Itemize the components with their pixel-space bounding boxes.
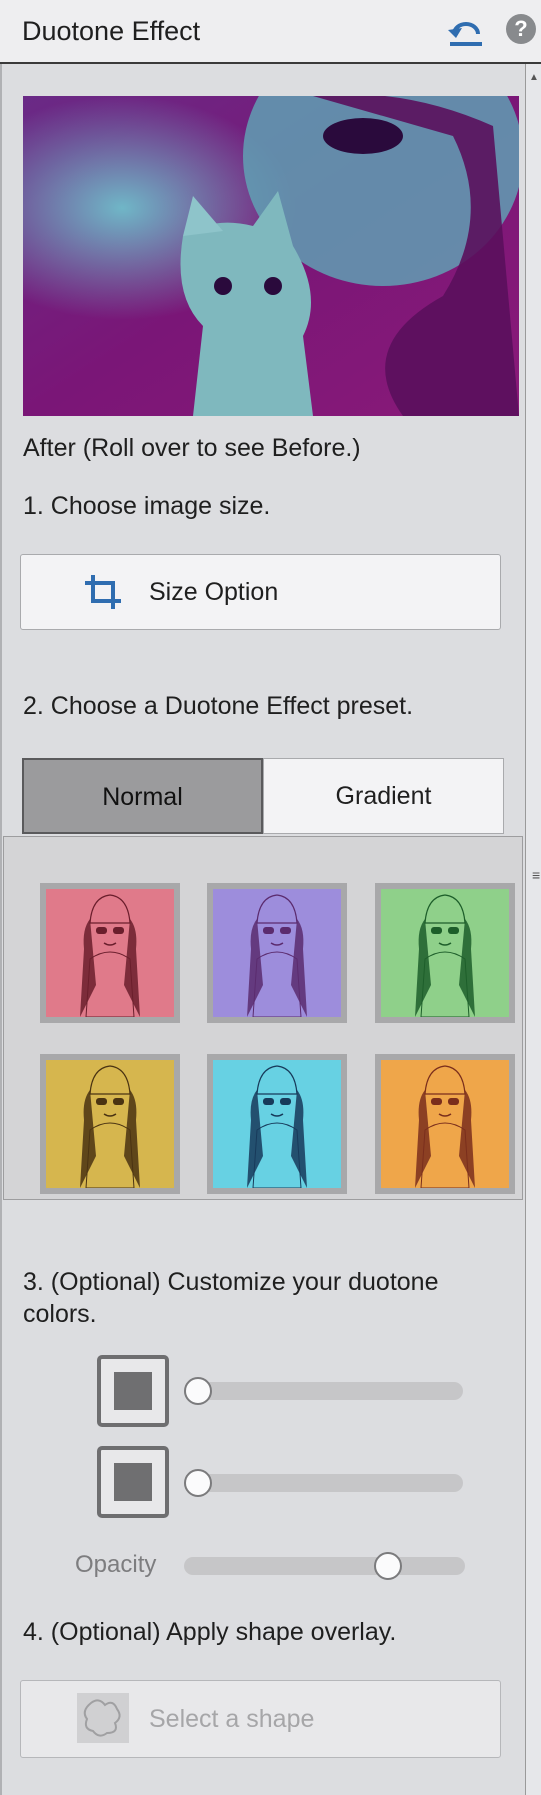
color1-swatch-fill — [114, 1372, 152, 1410]
size-option-label: Size Option — [149, 578, 279, 606]
preset-thumbnail — [381, 889, 509, 1017]
panel-header: Duotone Effect ? — [0, 0, 541, 64]
color1-slider[interactable] — [184, 1382, 463, 1400]
effect-preview-image[interactable] — [23, 96, 519, 416]
shape-icon — [77, 1693, 129, 1743]
panel-title: Duotone Effect — [22, 16, 201, 46]
select-shape-button[interactable]: Select a shape — [20, 1680, 501, 1758]
color2-slider[interactable] — [184, 1474, 463, 1492]
preset-grid — [3, 836, 523, 1200]
preset-green[interactable] — [375, 883, 515, 1023]
preset-thumbnail — [213, 1060, 341, 1188]
preset-orange[interactable] — [375, 1054, 515, 1194]
preset-thumbnail — [381, 1060, 509, 1188]
select-shape-label: Select a shape — [149, 1705, 315, 1733]
opacity-label: Opacity — [75, 1551, 157, 1578]
tab-gradient[interactable]: Gradient — [263, 758, 504, 834]
duotone-effect-panel: Duotone Effect ? ▲ ≡ After (Roll over to… — [0, 0, 541, 1795]
color1-swatch[interactable] — [97, 1355, 169, 1427]
opacity-slider-handle[interactable] — [373, 1552, 402, 1580]
tab-normal[interactable]: Normal — [22, 758, 263, 834]
step3-label: 3. (Optional) Customize your duotone col… — [23, 1268, 439, 1328]
preset-purple[interactable] — [207, 883, 347, 1023]
crop-icon — [83, 573, 123, 611]
preset-red[interactable] — [40, 883, 180, 1023]
step1-label: 1. Choose image size. — [23, 492, 271, 520]
preview-caption: After (Roll over to see Before.) — [23, 434, 361, 462]
vertical-scrollbar[interactable] — [525, 64, 541, 1795]
color2-swatch[interactable] — [97, 1446, 169, 1518]
help-icon[interactable]: ? — [506, 14, 536, 44]
undo-icon[interactable] — [446, 14, 486, 50]
preset-thumbnail — [46, 1060, 174, 1188]
scroll-up-arrow-icon[interactable]: ▲ — [529, 72, 539, 83]
color2-swatch-fill — [114, 1463, 152, 1501]
panel-border — [0, 64, 2, 1795]
preset-cyan[interactable] — [207, 1054, 347, 1194]
preset-thumbnail — [213, 889, 341, 1017]
color1-slider-handle[interactable] — [184, 1377, 212, 1405]
opacity-slider[interactable] — [184, 1557, 465, 1575]
size-option-button[interactable]: Size Option — [20, 554, 501, 630]
step2-label: 2. Choose a Duotone Effect preset. — [23, 692, 414, 720]
preset-thumbnail — [46, 889, 174, 1017]
color2-slider-handle[interactable] — [184, 1469, 212, 1497]
step4-label: 4. (Optional) Apply shape overlay. — [23, 1618, 397, 1646]
resize-grip-icon[interactable]: ≡ — [532, 868, 540, 882]
preset-yellow[interactable] — [40, 1054, 180, 1194]
